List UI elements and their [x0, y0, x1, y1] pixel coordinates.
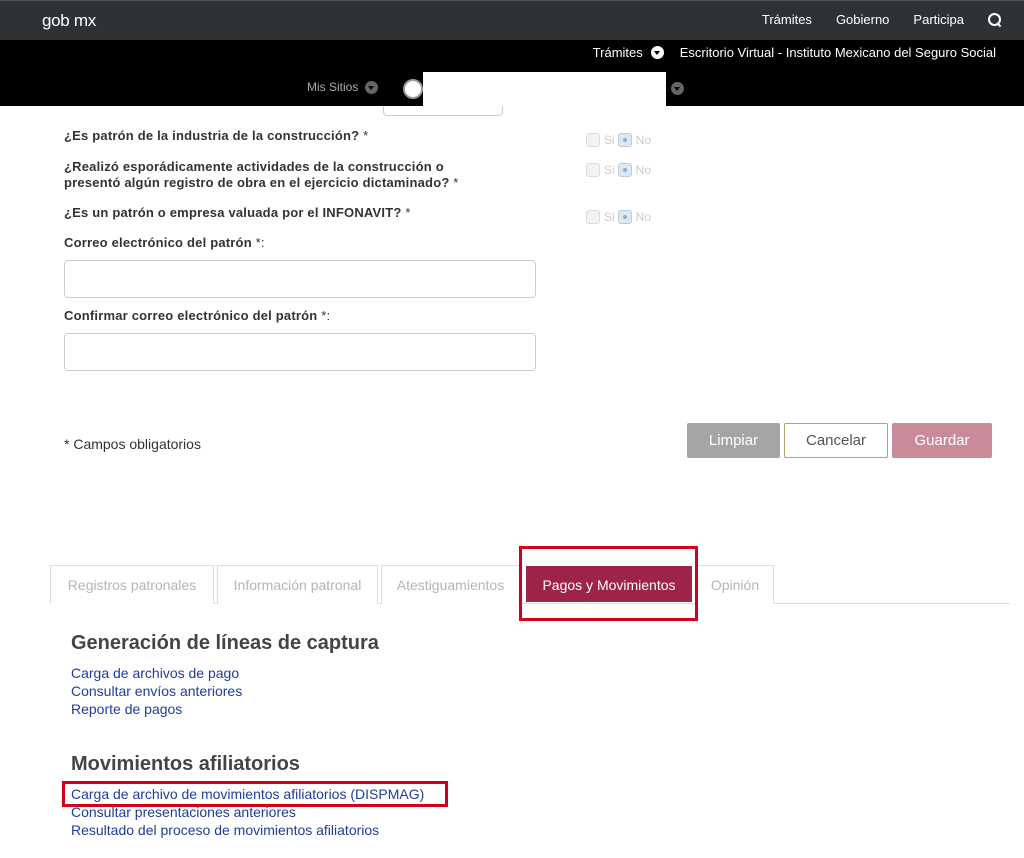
cancel-button[interactable]: Cancelar	[784, 423, 888, 458]
user-menu-chevron-icon[interactable]	[671, 82, 684, 95]
radio-group-infonavit: Si No	[586, 210, 654, 224]
required-fields-note: * Campos obligatorios	[64, 436, 201, 452]
partial-input-field[interactable]	[383, 106, 503, 116]
tab-informacion-patronal[interactable]: Información patronal	[217, 565, 378, 604]
confirm-email-label: Confirmar correo electrónico del patrón …	[64, 308, 331, 323]
highlight-box-tab	[519, 546, 698, 621]
email-label: Correo electrónico del patrón *:	[64, 235, 265, 250]
radio-no[interactable]	[617, 133, 632, 147]
confirm-email-field[interactable]	[64, 333, 536, 371]
top-nav: Trámites Gobierno Participa	[762, 12, 1002, 27]
site-header: Trámites Escritorio Virtual - Instituto …	[0, 40, 1024, 106]
radio-si[interactable]	[586, 210, 600, 224]
section-title-lineas-captura: Generación de líneas de captura	[71, 632, 379, 654]
site-header-row: Trámites Escritorio Virtual - Instituto …	[593, 45, 996, 60]
nav-participa[interactable]: Participa	[913, 12, 964, 27]
top-navbar: gob mx Trámites Gobierno Participa	[0, 0, 1024, 40]
save-button[interactable]: Guardar	[892, 423, 992, 458]
clear-button[interactable]: Limpiar	[687, 423, 780, 458]
section-title-movimientos-afiliatorios: Movimientos afiliatorios	[71, 753, 300, 775]
user-avatar[interactable]	[403, 79, 423, 99]
radio-no[interactable]	[617, 163, 632, 177]
email-field[interactable]	[64, 260, 536, 298]
site-title: Escritorio Virtual - Instituto Mexicano …	[679, 45, 996, 60]
radio-si[interactable]	[586, 133, 600, 147]
radio-group-sporadic-construction: Si No	[586, 163, 654, 177]
chevron-down-icon	[365, 80, 379, 94]
tramites-menu[interactable]: Trámites	[593, 45, 643, 60]
nav-tramites[interactable]: Trámites	[762, 12, 812, 27]
radio-group-construction-industry: Si No	[586, 133, 654, 147]
question-infonavit: ¿Es un patrón o empresa valuada por el I…	[64, 205, 411, 220]
radio-no[interactable]	[617, 210, 632, 224]
question-construction-industry: ¿Es patrón de la industria de la constru…	[64, 128, 369, 143]
link-consultar-envios[interactable]: Consultar envíos anteriores	[71, 683, 242, 700]
gob-mx-logo[interactable]: gob mx	[42, 11, 96, 31]
question-sporadic-construction: ¿Realizó esporádicamente actividades de …	[64, 159, 459, 190]
tab-opinion[interactable]: Opinión	[696, 565, 774, 604]
mis-sitios-menu[interactable]: Mis Sitios	[307, 80, 379, 94]
link-reporte-pagos[interactable]: Reporte de pagos	[71, 701, 182, 718]
radio-si[interactable]	[586, 163, 600, 177]
tab-atestiguamientos[interactable]: Atestiguamientos	[381, 565, 520, 604]
highlight-box-dispmag	[62, 781, 448, 807]
chevron-down-icon[interactable]	[650, 46, 664, 59]
mis-sitios-label: Mis Sitios	[307, 80, 359, 94]
search-icon[interactable]	[988, 12, 1002, 27]
link-carga-archivos-pago[interactable]: Carga de archivos de pago	[71, 665, 239, 682]
user-name-redacted	[423, 72, 666, 106]
tab-registros-patronales[interactable]: Registros patronales	[50, 565, 214, 604]
link-resultado-proceso[interactable]: Resultado del proceso de movimientos afi…	[71, 822, 379, 839]
nav-gobierno[interactable]: Gobierno	[836, 12, 889, 27]
